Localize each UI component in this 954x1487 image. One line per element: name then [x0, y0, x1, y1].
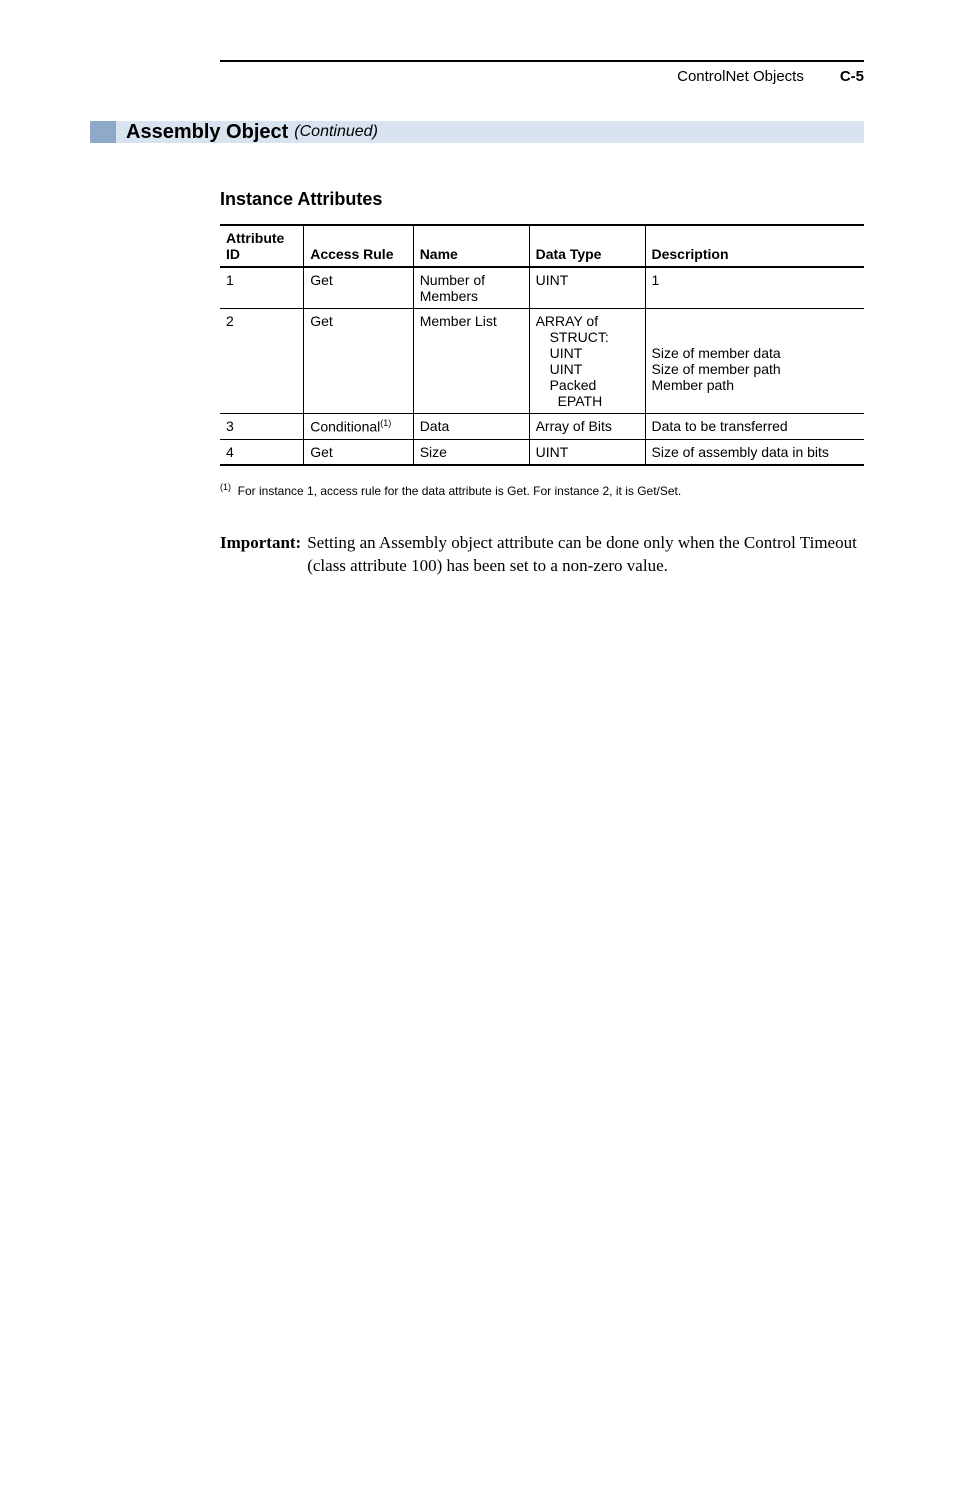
table-row: 1 Get Number of Members UINT 1	[220, 267, 864, 309]
subheading: Instance Attributes	[220, 189, 864, 210]
th-data-type: Data Type	[529, 225, 645, 267]
table-row: 3 Conditional(1) Data Array of Bits Data…	[220, 414, 864, 440]
footnote-text: For instance 1, access rule for the data…	[238, 484, 682, 498]
table-row: 4 Get Size UINT Size of assembly data in…	[220, 439, 864, 465]
th-access-rule: Access Rule	[304, 225, 413, 267]
section-title: Assembly Object	[126, 121, 288, 144]
footnote-marker: (1)	[220, 482, 231, 492]
section-continued: (Continued)	[294, 123, 378, 141]
footnote: (1) For instance 1, access rule for the …	[220, 482, 864, 498]
th-attribute-id: Attribute ID	[220, 225, 304, 267]
important-note: Important: Setting an Assembly object at…	[220, 532, 864, 578]
instance-attributes-table: Attribute ID Access Rule Name Data Type …	[220, 224, 864, 466]
header-title: ControlNet Objects	[677, 68, 804, 85]
section-heading: Assembly Object (Continued)	[90, 121, 864, 143]
important-label: Important:	[220, 532, 301, 578]
page-header: ControlNet Objects C-5	[220, 68, 864, 85]
header-page-number: C-5	[840, 68, 864, 85]
important-text: Setting an Assembly object attribute can…	[301, 532, 864, 578]
section-bar-accent	[90, 121, 116, 143]
th-name: Name	[413, 225, 529, 267]
table-row: 2 Get Member List ARRAY of STRUCT: UINT …	[220, 309, 864, 414]
th-description: Description	[645, 225, 864, 267]
